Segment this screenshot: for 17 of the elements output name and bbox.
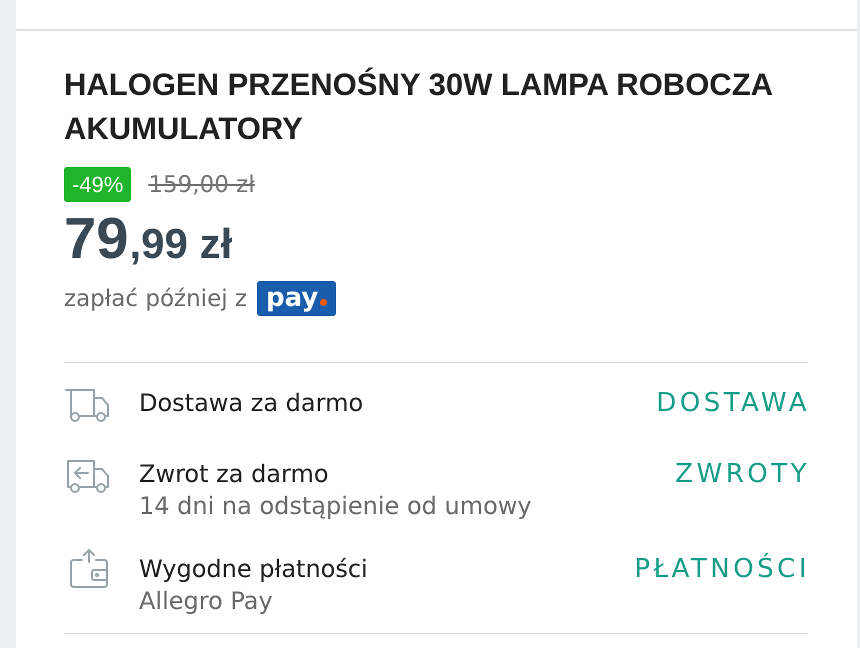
- benefit-title: Dostawa za darmo: [139, 388, 364, 419]
- discount-badge: -49%: [64, 167, 132, 202]
- benefit-title: Wygodne płatności: [139, 554, 368, 585]
- benefit-link[interactable]: PŁATNOŚCI: [634, 553, 810, 585]
- benefit-title: Zwrot za darmo: [139, 459, 329, 490]
- truck-icon: [65, 388, 109, 422]
- product-title: HALOGEN PRZENOŚNY 30W LAMPA ROBOCZA AKUMULATORY: [64, 66, 774, 148]
- benefit-subtitle: Allegro Pay: [139, 586, 273, 617]
- old-price: 159,00 zł: [148, 172, 255, 198]
- wallet-icon: [69, 548, 109, 588]
- pay-logo: pay: [257, 281, 336, 316]
- pay-later-text: zapłać później z: [64, 286, 247, 312]
- benefit-link[interactable]: ZWROTY: [675, 458, 810, 490]
- benefit-subtitle: 14 dni na odstąpienie od umowy: [139, 491, 532, 522]
- benefit-link[interactable]: DOSTAWA: [656, 387, 810, 419]
- price: 79,99 zł: [64, 210, 232, 273]
- return-truck-icon: [65, 459, 109, 493]
